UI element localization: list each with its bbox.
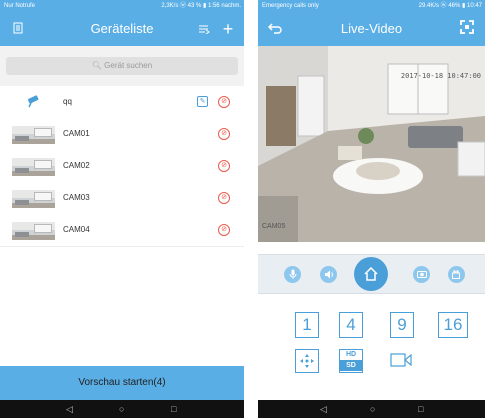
camera-thumbnail [12, 222, 55, 240]
hd-label: HD [340, 350, 362, 361]
camera-thumbnail [12, 190, 55, 208]
device-name: CAM04 [63, 225, 90, 234]
nav-home-button[interactable]: ○ [370, 400, 375, 418]
record-button[interactable] [448, 266, 465, 283]
device-name: qq [63, 97, 72, 106]
system-nav-bar: ◁ ○ □ [258, 400, 485, 418]
camera-thumbnail [12, 158, 55, 176]
fullscreen-icon[interactable] [457, 12, 477, 46]
add-device-button[interactable]: + [218, 12, 238, 46]
header-bar: Live-Video [258, 12, 485, 46]
layout-9-button[interactable]: 9 [390, 312, 414, 338]
page-title: Live-Video [340, 21, 403, 36]
camera-label: CAM05 [262, 223, 286, 230]
sd-label: SD [340, 361, 362, 371]
delete-icon[interactable]: ⊘ [218, 160, 230, 172]
nav-back-button[interactable]: ◁ [66, 400, 73, 418]
search-placeholder: Gerät suchen [104, 61, 153, 70]
camera-icon [26, 94, 42, 113]
ptz-arrows-icon[interactable] [295, 349, 319, 373]
video-record-icon[interactable] [390, 349, 412, 371]
list-item[interactable]: qq ✎ ⊘ [0, 86, 244, 119]
delete-icon[interactable]: ⊘ [218, 224, 230, 236]
status-carrier: Emergency calls only [262, 3, 319, 9]
delete-icon[interactable]: ⊘ [218, 96, 230, 108]
list-item[interactable]: CAM02 ⊘ [0, 150, 244, 183]
status-info: 2,3K/s ⓦ 43 % ▮ 1:56 nachm. [161, 3, 241, 9]
system-nav-bar: ◁ ○ □ [0, 400, 244, 418]
nav-recents-button[interactable]: □ [171, 400, 176, 418]
video-timestamp: 2017-10-18 10:47:00 [400, 72, 481, 80]
layout-16-button[interactable]: 16 [438, 312, 468, 338]
share-icon[interactable] [194, 12, 214, 46]
nav-back-button[interactable]: ◁ [320, 400, 327, 418]
header-bar: Geräteliste + [0, 12, 244, 46]
status-bar: Emergency calls only 29.4K/s ⓦ 46% ▮ 10:… [258, 0, 485, 12]
nav-home-button[interactable]: ○ [119, 400, 124, 418]
microphone-button[interactable] [284, 266, 301, 283]
speaker-button[interactable] [320, 266, 337, 283]
nav-recents-button[interactable]: □ [418, 400, 423, 418]
home-button[interactable] [354, 257, 388, 291]
status-bar: Nur Notrufe 2,3K/s ⓦ 43 % ▮ 1:56 nachm. [0, 0, 244, 12]
layout-4-button[interactable]: 4 [339, 312, 363, 338]
delete-icon[interactable]: ⊘ [218, 128, 230, 140]
device-name: CAM01 [63, 129, 90, 138]
live-video-screen: Emergency calls only 29.4K/s ⓦ 46% ▮ 10:… [258, 0, 485, 418]
device-name: CAM03 [63, 193, 90, 202]
camera-thumbnail [12, 126, 55, 144]
search-bar: 🔍︎ Gerät suchen [0, 46, 244, 86]
hd-sd-toggle[interactable]: HD SD [339, 349, 363, 373]
list-item[interactable]: CAM04 ⊘ [0, 214, 244, 247]
status-info: 29.4K/s ⓦ 46% ▮ 10:47 [418, 3, 482, 9]
status-carrier: Nur Notrufe [4, 3, 36, 9]
list-item[interactable]: CAM03 ⊘ [0, 182, 244, 215]
device-list-screen: Nur Notrufe 2,3K/s ⓦ 43 % ▮ 1:56 nachm. … [0, 0, 244, 418]
search-input[interactable]: 🔍︎ Gerät suchen [6, 57, 238, 75]
control-toolbar [258, 254, 485, 294]
live-video-feed[interactable]: 2017-10-18 10:47:00 CAM05 [258, 46, 485, 242]
device-name: CAM02 [63, 161, 90, 170]
list-item[interactable]: CAM01 ⊘ [0, 118, 244, 151]
edit-icon[interactable]: ✎ [197, 96, 208, 107]
search-icon: 🔍︎ [91, 61, 105, 70]
snapshot-button[interactable] [413, 266, 430, 283]
delete-icon[interactable]: ⊘ [218, 192, 230, 204]
start-preview-button[interactable]: Vorschau starten(4) [0, 366, 244, 400]
layout-1-button[interactable]: 1 [295, 312, 319, 338]
